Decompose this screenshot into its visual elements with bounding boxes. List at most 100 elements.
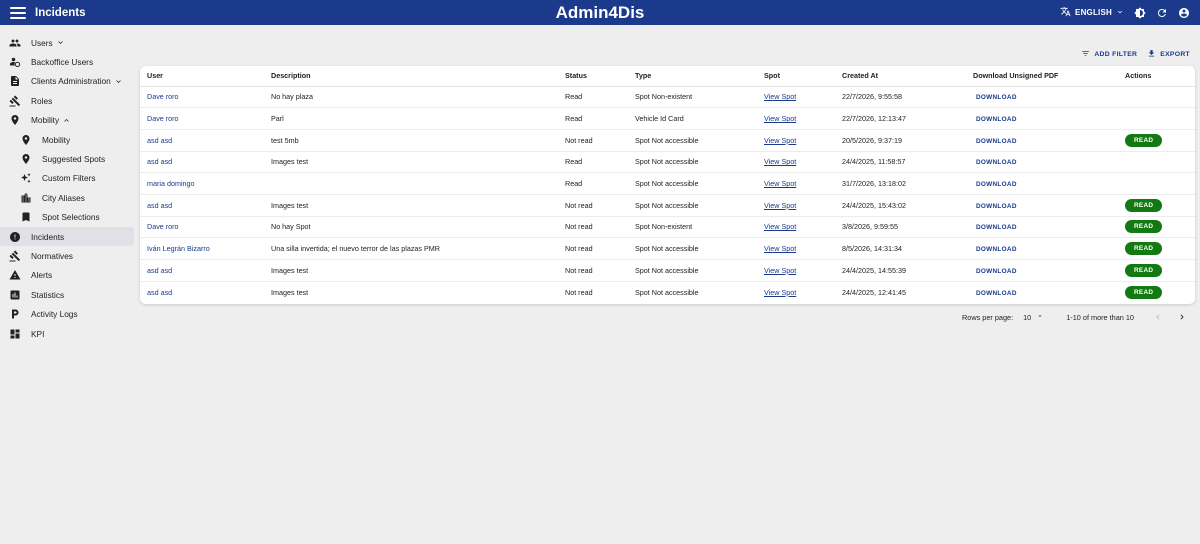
user-link[interactable]: Iván Legrán Bizarro [147,244,210,253]
sidebar-item-kpi[interactable]: KPI [0,324,134,343]
sidebar-item-mobility-group[interactable]: Mobility [0,111,134,130]
download-pdf-button[interactable]: DOWNLOAD [973,246,1017,253]
status-cell: Not read [565,259,635,282]
column-header-description[interactable]: Description [271,66,565,87]
sidebar-item-label: Incidents [31,231,65,242]
add-filter-label: ADD FILTER [1094,51,1138,58]
type-cell: Spot Not accessible [635,172,764,195]
actions-cell: READ [1125,129,1195,152]
view-spot-link[interactable]: View Spot [764,222,796,231]
rows-per-page-label: Rows per page: [962,312,1014,322]
status-cell: Not read [565,237,635,260]
column-header-status[interactable]: Status [565,66,635,87]
mark-read-button[interactable]: READ [1125,242,1163,256]
download-pdf-button[interactable]: DOWNLOAD [973,181,1017,188]
sidebar-item-statistics[interactable]: Statistics [0,285,134,304]
rows-per-page-select[interactable]: 10 [1023,312,1044,322]
user-link[interactable]: Dave roro [147,114,179,123]
created-at-cell: 24/4/2025, 15:43:02 [842,194,973,217]
export-button[interactable]: EXPORT [1147,49,1190,60]
sidebar-item-activity-logs[interactable]: Activity Logs [0,304,134,323]
mark-read-button[interactable]: READ [1125,220,1163,234]
alert-circle-icon [9,231,21,243]
sidebar-item-normatives[interactable]: Normatives [0,246,134,265]
mark-read-button[interactable]: READ [1125,133,1163,147]
sidebar-item-label: Alerts [31,270,53,281]
chevron-down-icon [114,77,123,86]
column-header-created-at[interactable]: Created At [842,66,973,87]
sidebar-item-custom-filters[interactable]: Custom Filters [0,169,134,188]
description-cell: Images test [271,259,565,282]
sidebar-item-spot-selections[interactable]: Spot Selections [0,208,134,227]
created-at-cell: 24/4/2025, 11:58:57 [842,151,973,174]
view-spot-link[interactable]: View Spot [764,179,796,188]
sidebar-item-backoffice-users[interactable]: Backoffice Users [0,52,134,71]
description-cell: Una silla invertida; el nuevo terror de … [271,237,565,260]
user-link[interactable]: Dave roro [147,222,179,231]
column-header-type[interactable]: Type [635,66,764,87]
chevron-down-icon [56,38,65,47]
view-spot-link[interactable]: View Spot [764,136,796,145]
sidebar-item-incidents[interactable]: Incidents [0,226,134,247]
actions-cell: READ [1125,259,1195,282]
dashboard-icon [9,328,21,340]
user-link[interactable]: asd asd [147,201,172,210]
refresh-icon[interactable] [1156,7,1168,19]
add-filter-button[interactable]: ADD FILTER [1081,49,1137,60]
sidebar-item-roles[interactable]: Roles [0,91,134,110]
incidents-table: User Description Status Type Spot Create… [140,66,1195,303]
view-spot-link[interactable]: View Spot [764,92,796,101]
theme-toggle-icon[interactable] [1134,6,1146,19]
mark-read-button[interactable]: READ [1125,263,1163,277]
user-link[interactable]: asd asd [147,288,172,297]
sparkle-icon [20,172,32,184]
language-selector[interactable]: ENGLISH [1060,6,1124,19]
download-pdf-button[interactable]: DOWNLOAD [973,203,1017,210]
pagination-range: 1-10 of more than 10 [1066,312,1134,322]
location-pin-icon [20,134,32,146]
view-spot-link[interactable]: View Spot [764,266,796,275]
menu-icon[interactable] [10,6,26,19]
account-icon[interactable] [1178,7,1190,19]
next-page-icon[interactable] [1176,311,1188,323]
sidebar-item-mobility[interactable]: Mobility [0,130,134,149]
view-spot-link[interactable]: View Spot [764,288,796,297]
created-at-cell: 22/7/2026, 9:55:58 [842,86,973,109]
view-spot-link[interactable]: View Spot [764,244,796,253]
mark-read-button[interactable]: READ [1125,285,1163,299]
view-spot-link[interactable]: View Spot [764,201,796,210]
user-link[interactable]: asd asd [147,136,172,145]
type-cell: Spot Not accessible [635,237,764,260]
download-pdf-button[interactable]: DOWNLOAD [973,224,1017,231]
user-link[interactable]: Dave roro [147,92,179,101]
actions-cell [1125,172,1195,195]
column-header-download: Download Unsigned PDF [973,66,1125,87]
previous-page-icon[interactable] [1152,311,1164,323]
description-cell [271,172,565,195]
sidebar-item-alerts[interactable]: Alerts [0,266,134,285]
description-cell: Images test [271,151,565,174]
warning-icon [9,269,21,281]
sidebar-item-users[interactable]: Users [0,33,134,52]
download-pdf-button[interactable]: DOWNLOAD [973,159,1017,166]
language-label: ENGLISH [1075,8,1112,17]
user-link[interactable]: asd asd [147,157,172,166]
user-link[interactable]: maria domingo [147,179,195,188]
sidebar-item-label: Custom Filters [42,173,96,184]
download-pdf-button[interactable]: DOWNLOAD [973,268,1017,275]
download-pdf-button[interactable]: DOWNLOAD [973,138,1017,145]
sidebar-item-label: Suggested Spots [42,154,106,165]
column-header-spot[interactable]: Spot [764,66,842,87]
sidebar-item-city-aliases[interactable]: City Aliases [0,188,134,207]
clients-icon [9,75,21,87]
download-pdf-button[interactable]: DOWNLOAD [973,290,1017,297]
download-pdf-button[interactable]: DOWNLOAD [973,116,1017,123]
column-header-user[interactable]: User [140,66,271,87]
sidebar-item-clients-administration[interactable]: Clients Administration [0,72,134,91]
download-pdf-button[interactable]: DOWNLOAD [973,94,1017,101]
user-link[interactable]: asd asd [147,266,172,275]
sidebar-item-suggested-spots[interactable]: Suggested Spots [0,149,134,168]
view-spot-link[interactable]: View Spot [764,114,796,123]
mark-read-button[interactable]: READ [1125,198,1163,212]
view-spot-link[interactable]: View Spot [764,157,796,166]
